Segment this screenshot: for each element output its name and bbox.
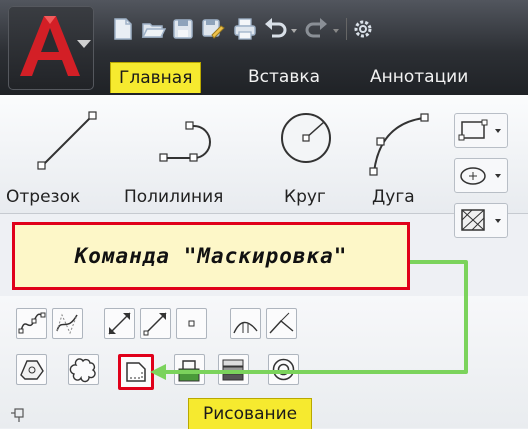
workspace-gear-icon[interactable]: [350, 16, 376, 42]
hatch-icon: [461, 209, 501, 231]
spline-cv-icon: [56, 313, 78, 335]
tab-home[interactable]: Главная: [110, 62, 202, 93]
tab-insert[interactable]: Вставка: [240, 62, 328, 92]
save-icon[interactable]: [170, 16, 196, 42]
divide-icon: [233, 321, 258, 334]
wipeout-icon: [126, 362, 146, 382]
donut-icon: [272, 358, 295, 381]
callout-box: Команда "Маскировка": [12, 222, 410, 290]
revision-cloud-icon: [69, 358, 96, 383]
redo-icon[interactable]: [304, 16, 330, 42]
app-menu-button[interactable]: [8, 6, 94, 90]
gradient-icon: [222, 359, 244, 381]
panel-title-draw[interactable]: Рисование: [188, 398, 313, 429]
undo-dropdown-icon[interactable]: [288, 16, 300, 42]
boundary-icon: [178, 360, 200, 382]
boundary-button[interactable]: [174, 354, 205, 385]
open-icon[interactable]: [140, 16, 166, 42]
arc-icon: [369, 113, 429, 176]
circle-label: Круг: [284, 187, 326, 207]
rectangle-button[interactable]: [454, 113, 508, 148]
save-as-icon[interactable]: [200, 16, 226, 42]
arc-label: Дуга: [372, 187, 415, 207]
autocad-logo-icon: [20, 16, 80, 76]
redo-dropdown-icon[interactable]: [330, 16, 342, 42]
polyline-icon: [159, 121, 211, 162]
revision-cloud-button[interactable]: [68, 354, 99, 385]
spline-fit-icon: [18, 312, 46, 334]
polyline-label: Полилиния: [124, 187, 224, 207]
spline-cv-button[interactable]: [52, 308, 83, 339]
line-icon: [37, 111, 97, 170]
toolbar-separator: [346, 18, 347, 40]
divide-button[interactable]: [230, 308, 261, 339]
callout-text: Команда "Маскировка": [74, 244, 348, 268]
construction-line-icon: [108, 312, 131, 335]
hatch-button[interactable]: [454, 203, 508, 238]
undo-icon[interactable]: [262, 16, 288, 42]
tab-annotate[interactable]: Аннотации: [362, 62, 476, 92]
ray-button[interactable]: [140, 308, 171, 339]
donut-button[interactable]: [268, 354, 299, 385]
spline-fit-button[interactable]: [16, 308, 47, 339]
ellipse-button[interactable]: [454, 158, 508, 193]
wipeout-button[interactable]: [118, 354, 154, 390]
pin-icon[interactable]: [10, 405, 28, 423]
title-bar: Главная Вставка Аннотации: [0, 0, 528, 95]
point-button[interactable]: [176, 308, 207, 339]
measure-button[interactable]: [266, 308, 297, 339]
region-icon: [20, 360, 44, 380]
point-icon: [188, 320, 195, 327]
line-label: Отрезок: [6, 187, 81, 207]
print-icon[interactable]: [232, 16, 258, 42]
measure-icon: [269, 312, 294, 334]
gradient-button[interactable]: [218, 354, 249, 385]
circle-icon: [281, 113, 331, 163]
app-menu-dropdown-icon[interactable]: [77, 40, 91, 48]
ellipse-icon: [460, 167, 501, 185]
construction-line-button[interactable]: [104, 308, 135, 339]
new-icon[interactable]: [110, 16, 136, 42]
region-button[interactable]: [16, 354, 47, 385]
rectangle-icon: [458, 119, 501, 141]
ray-icon: [143, 312, 167, 336]
